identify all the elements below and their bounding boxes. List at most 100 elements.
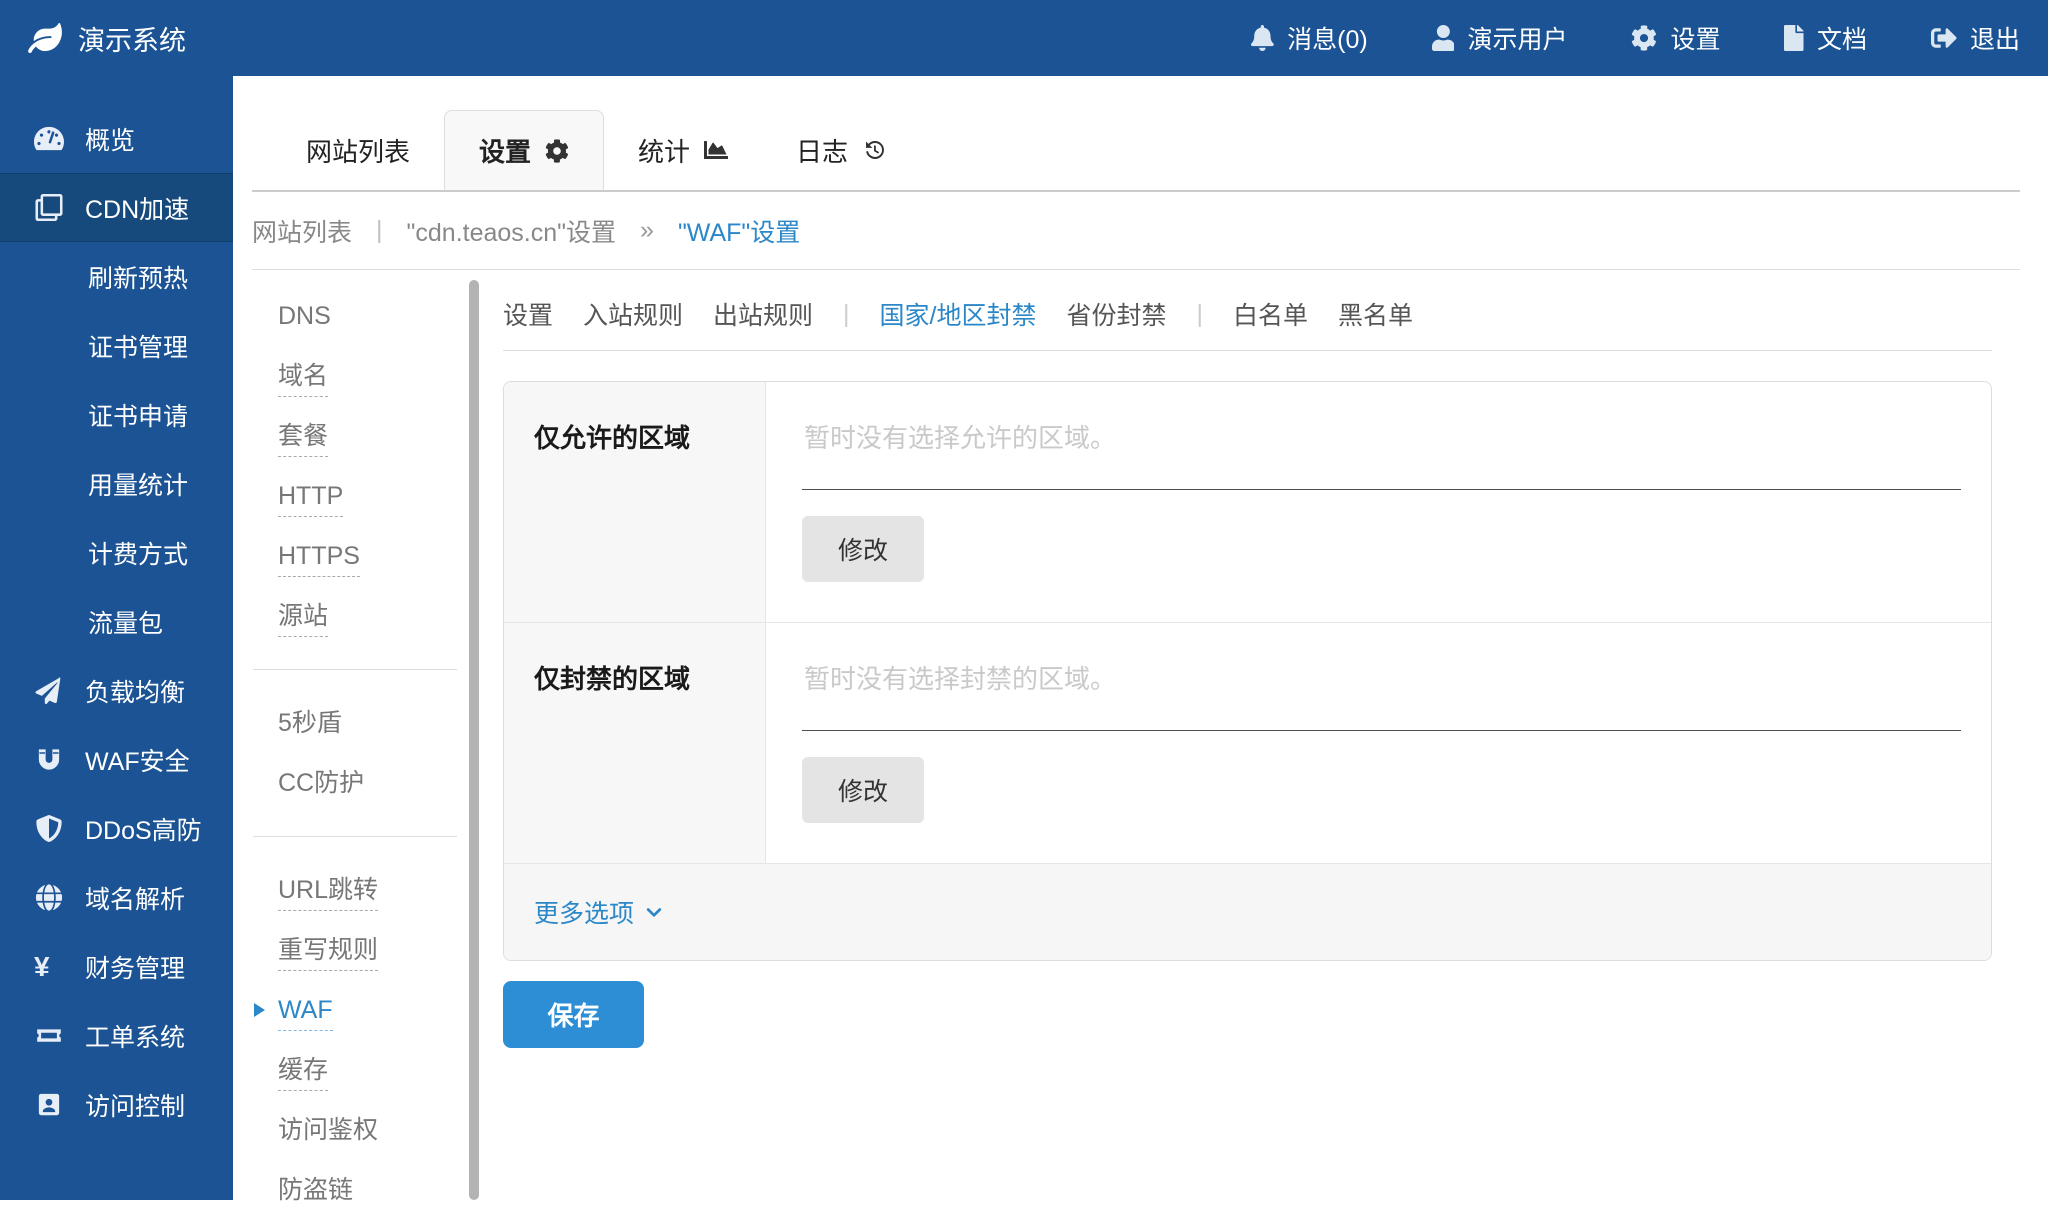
menu-item-plan[interactable]: 套餐 [278, 406, 469, 466]
sidebar-label: DDoS高防 [85, 811, 202, 847]
sidebar-item-billing[interactable]: 计费方式 [0, 518, 233, 587]
sidebar-item-usage-stats[interactable]: 用量统计 [0, 449, 233, 518]
menu-item-hotlink[interactable]: 防盗链 [278, 1160, 469, 1220]
tab-logs[interactable]: 日志 [762, 110, 920, 190]
sidebar-item-cert-apply[interactable]: 证书申请 [0, 380, 233, 449]
waf-nav-outbound[interactable]: 出站规则 [713, 296, 813, 332]
menu-item-domain[interactable]: 域名 [278, 346, 469, 406]
modify-allowed-button[interactable]: 修改 [802, 516, 924, 582]
tab-statistics[interactable]: 统计 [604, 110, 762, 190]
menu-item-url-redirect[interactable]: URL跳转 [278, 860, 469, 920]
brand-title: 演示系统 [78, 19, 186, 58]
menu-divider [253, 669, 457, 670]
bell-icon [1251, 25, 1274, 51]
copy-icon [34, 194, 70, 221]
waf-nav-inbound[interactable]: 入站规则 [583, 296, 683, 332]
save-button[interactable]: 保存 [503, 981, 644, 1048]
sidebar-item-tickets[interactable]: 工单系统 [0, 1001, 233, 1070]
breadcrumb-separator: | [376, 216, 383, 245]
sidebar-label: 财务管理 [85, 949, 185, 985]
logout-menu-item[interactable]: 退出 [1931, 20, 2020, 56]
gear-icon [545, 139, 569, 163]
scrollbar-thumb[interactable] [469, 280, 479, 1200]
breadcrumb-current[interactable]: "WAF"设置 [678, 213, 800, 249]
waf-nav-settings[interactable]: 设置 [503, 296, 553, 332]
sidebar-item-cdn[interactable]: CDN加速 [0, 173, 233, 242]
sidebar-label: 计费方式 [88, 535, 188, 571]
user-menu-item[interactable]: 演示用户 [1432, 20, 1568, 56]
gauge-icon [34, 125, 70, 152]
messages-menu-item[interactable]: 消息(0) [1251, 20, 1367, 56]
tab-settings[interactable]: 设置 [444, 110, 604, 190]
waf-nav: 设置 入站规则 出站规则 | 国家/地区封禁 省份封禁 | 白名单 黑名单 [503, 296, 1992, 351]
user-icon [1432, 25, 1455, 51]
breadcrumb: 网站列表 | "cdn.teaos.cn"设置 » "WAF"设置 [252, 192, 2020, 270]
sidebar-label: 负载均衡 [85, 673, 185, 709]
scrollbar-track [469, 270, 479, 1200]
tab-site-list[interactable]: 网站列表 [272, 110, 444, 190]
sidebar-item-traffic-pack[interactable]: 流量包 [0, 587, 233, 656]
sidebar-label: 用量统计 [88, 466, 188, 502]
tab-label: 统计 [638, 132, 690, 169]
waf-content: 设置 入站规则 出站规则 | 国家/地区封禁 省份封禁 | 白名单 黑名单 仅允… [479, 270, 2048, 1200]
menu-item-dns[interactable]: DNS [278, 286, 469, 346]
menu-item-http[interactable]: HTTP [278, 466, 469, 526]
allowed-regions-value: 暂时没有选择允许的区域。 [802, 408, 1961, 490]
nav-divider: | [843, 300, 850, 329]
blocked-regions-row: 仅封禁的区域 暂时没有选择封禁的区域。 修改 [504, 623, 1991, 864]
waf-nav-province-block[interactable]: 省份封禁 [1067, 296, 1167, 332]
document-icon [1784, 25, 1804, 51]
menu-item-auth[interactable]: 访问鉴权 [278, 1100, 469, 1160]
nav-divider: | [1197, 300, 1204, 329]
breadcrumb-site-settings[interactable]: "cdn.teaos.cn"设置 [407, 213, 617, 249]
settings-side-menu: DNS 域名 套餐 HTTP HTTPS 源站 5秒盾 CC防护 URL跳转 重… [233, 270, 469, 1200]
more-options-toggle[interactable]: 更多选项 [504, 864, 1991, 960]
brand[interactable]: 演示系统 [28, 19, 186, 58]
breadcrumb-site-list[interactable]: 网站列表 [252, 213, 352, 249]
sidebar-label: WAF安全 [85, 742, 190, 778]
menu-item-waf[interactable]: WAF [278, 980, 469, 1040]
ticket-icon [34, 1022, 70, 1049]
sidebar-item-refresh-preheat[interactable]: 刷新预热 [0, 242, 233, 311]
menu-item-origin[interactable]: 源站 [278, 586, 469, 646]
sidebar-item-load-balance[interactable]: 负载均衡 [0, 656, 233, 725]
magnet-icon [34, 746, 70, 773]
gear-icon [1631, 25, 1657, 51]
sidebar-item-ddos[interactable]: DDoS高防 [0, 794, 233, 863]
sidebar-label: 刷新预热 [88, 259, 188, 295]
docs-menu-item[interactable]: 文档 [1784, 20, 1867, 56]
top-bar: 演示系统 消息(0) 演示用户 设置 文档 退出 [0, 0, 2048, 76]
sidebar-label: CDN加速 [85, 190, 189, 226]
sidebar-label: 流量包 [88, 604, 163, 640]
menu-item-cc-protect[interactable]: CC防护 [278, 753, 469, 813]
menu-divider [253, 836, 457, 837]
paper-plane-icon [34, 677, 70, 704]
sidebar-item-dns-resolve[interactable]: 域名解析 [0, 863, 233, 932]
sidebar-item-access-control[interactable]: 访问控制 [0, 1070, 233, 1139]
sidebar-label: 概览 [85, 121, 135, 157]
chevron-down-icon [644, 902, 664, 922]
tab-label: 设置 [479, 132, 531, 169]
more-options-label: 更多选项 [534, 894, 634, 930]
logout-label: 退出 [1970, 20, 2020, 56]
waf-nav-country-block[interactable]: 国家/地区封禁 [880, 296, 1037, 332]
sidebar-item-overview[interactable]: 概览 [0, 104, 233, 173]
menu-item-https[interactable]: HTTPS [278, 526, 469, 586]
waf-nav-whitelist[interactable]: 白名单 [1233, 296, 1308, 332]
history-icon [862, 138, 886, 162]
menu-item-5s-shield[interactable]: 5秒盾 [278, 693, 469, 753]
menu-item-rewrite[interactable]: 重写规则 [278, 920, 469, 980]
settings-menu-item[interactable]: 设置 [1631, 20, 1720, 56]
sidebar-label: 工单系统 [85, 1018, 185, 1054]
sidebar-item-waf-security[interactable]: WAF安全 [0, 725, 233, 794]
top-menu: 消息(0) 演示用户 设置 文档 退出 [1251, 20, 2020, 56]
menu-item-cache[interactable]: 缓存 [278, 1040, 469, 1100]
sidebar: 概览 CDN加速 刷新预热 证书管理 证书申请 用量统计 计费方式 流量包 负载… [0, 76, 233, 1200]
sidebar-item-finance[interactable]: ¥ 财务管理 [0, 932, 233, 1001]
sidebar-label: 证书管理 [88, 328, 188, 364]
sidebar-item-cert-manage[interactable]: 证书管理 [0, 311, 233, 380]
main-area: 网站列表 设置 统计 日志 网站列表 | "cdn.teaos.cn"设置 [233, 76, 2048, 1200]
waf-nav-blacklist[interactable]: 黑名单 [1338, 296, 1413, 332]
modify-blocked-button[interactable]: 修改 [802, 757, 924, 823]
tab-label: 网站列表 [306, 132, 410, 169]
